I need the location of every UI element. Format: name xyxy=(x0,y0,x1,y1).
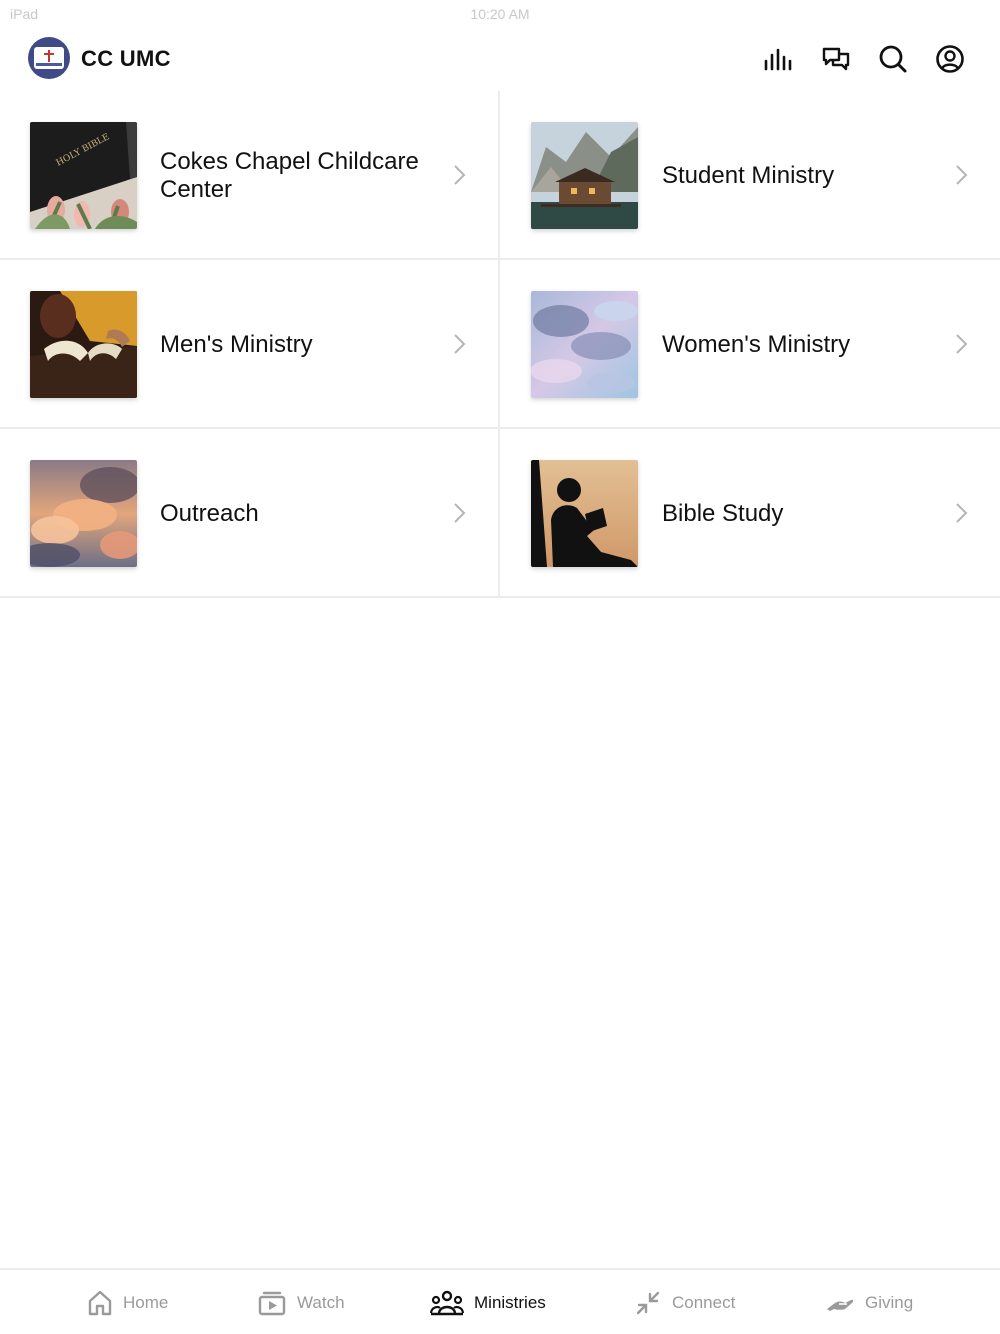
chevron-right-icon xyxy=(454,165,466,185)
audio-bars-icon xyxy=(764,48,792,71)
app-header: CC UMC xyxy=(0,28,1000,90)
ministry-card-student[interactable]: Student Ministry xyxy=(500,91,1000,260)
status-time: 10:20 AM xyxy=(470,6,530,22)
tab-label: Watch xyxy=(297,1293,345,1312)
user-circle-icon xyxy=(936,45,964,73)
tab-home[interactable]: Home xyxy=(87,1270,168,1334)
search-icon xyxy=(879,45,907,73)
ministry-label: Women's Ministry xyxy=(662,330,851,358)
ministry-card-mens[interactable]: Men's Ministry xyxy=(0,260,500,429)
profile-button[interactable] xyxy=(933,42,967,76)
tab-ministries[interactable]: Ministries xyxy=(430,1270,546,1334)
tab-label: Home xyxy=(123,1293,169,1312)
church-logo[interactable] xyxy=(28,37,70,79)
ministry-label: Men's Ministry xyxy=(160,330,313,358)
tab-watch[interactable]: Watch xyxy=(257,1270,345,1334)
pastel-clouds-thumbnail xyxy=(531,291,638,398)
chevron-right-icon xyxy=(454,334,466,354)
ministry-label: Cokes Chapel Childcare Center xyxy=(160,147,419,203)
ministry-label: Student Ministry xyxy=(662,161,835,189)
silhouette-reader-thumbnail xyxy=(531,460,638,567)
bottom-tab-bar: Home Watch Ministries Connect Giving xyxy=(0,1268,1000,1334)
ministry-card-childcare[interactable]: HOLY BIBLE Cokes Chapel Childcare Center xyxy=(0,91,500,260)
tab-label: Ministries xyxy=(474,1293,546,1312)
audio-bars-button[interactable] xyxy=(762,42,796,76)
ministry-card-bible-study[interactable]: Bible Study xyxy=(500,429,1000,598)
tab-label: Connect xyxy=(672,1293,736,1312)
search-button[interactable] xyxy=(876,42,910,76)
chevron-right-icon xyxy=(956,334,968,354)
logo-image xyxy=(34,47,64,69)
ministry-card-womens[interactable]: Women's Ministry xyxy=(500,260,1000,429)
people-icon xyxy=(430,1290,464,1316)
ministry-label: Outreach xyxy=(160,499,259,527)
ministry-label: Bible Study xyxy=(662,499,784,527)
chat-bubbles-icon xyxy=(822,47,850,71)
play-box-icon xyxy=(258,1291,286,1316)
chevron-right-icon xyxy=(454,503,466,523)
giving-hand-icon xyxy=(827,1299,854,1311)
sunset-clouds-thumbnail xyxy=(30,460,137,567)
ministry-card-outreach[interactable]: Outreach xyxy=(0,429,500,598)
ministries-grid: HOLY BIBLE Cokes Chapel Childcare Center xyxy=(0,91,1000,599)
tab-connect[interactable]: Connect xyxy=(634,1270,735,1334)
home-icon xyxy=(88,1290,112,1316)
chevron-right-icon xyxy=(956,165,968,185)
app-title: CC UMC xyxy=(81,46,171,71)
chevron-right-icon xyxy=(956,503,968,523)
arrows-in-icon xyxy=(636,1291,660,1315)
mountain-lake-thumbnail xyxy=(531,122,638,229)
chat-button[interactable] xyxy=(819,42,853,76)
tab-giving[interactable]: Giving xyxy=(825,1270,913,1334)
tab-label: Giving xyxy=(865,1293,914,1312)
open-bible-thumbnail xyxy=(30,291,137,398)
holy-bible-thumbnail: HOLY BIBLE xyxy=(30,122,137,229)
status-bar: iPad 10:20 AM xyxy=(0,0,1000,28)
